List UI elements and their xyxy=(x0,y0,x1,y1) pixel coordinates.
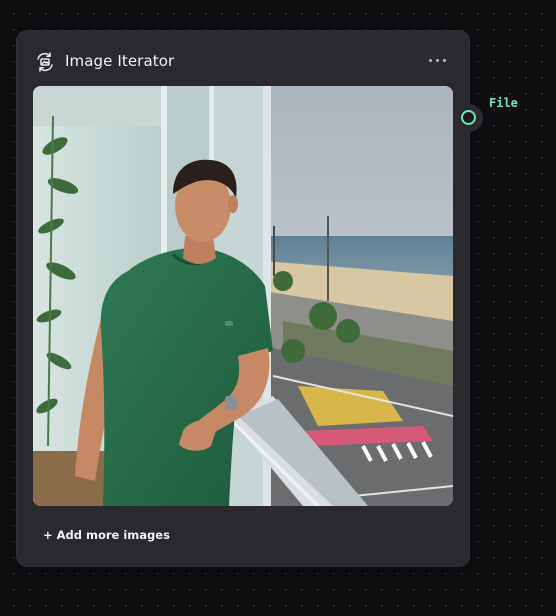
more-horizontal-icon[interactable] xyxy=(427,49,449,71)
image-loop-icon xyxy=(34,51,56,73)
output-label-file: File xyxy=(489,96,518,110)
node-title: Image Iterator xyxy=(65,52,175,70)
image-preview[interactable] xyxy=(33,86,453,506)
add-more-images-button[interactable]: + Add more images xyxy=(43,527,170,543)
output-handle-file[interactable] xyxy=(455,104,483,132)
photo-thumbnail xyxy=(33,86,453,506)
node-header[interactable]: Image Iterator xyxy=(17,31,469,87)
output-port-icon xyxy=(461,110,476,125)
image-iterator-node[interactable]: Image Iterator + Add more images xyxy=(17,31,469,566)
